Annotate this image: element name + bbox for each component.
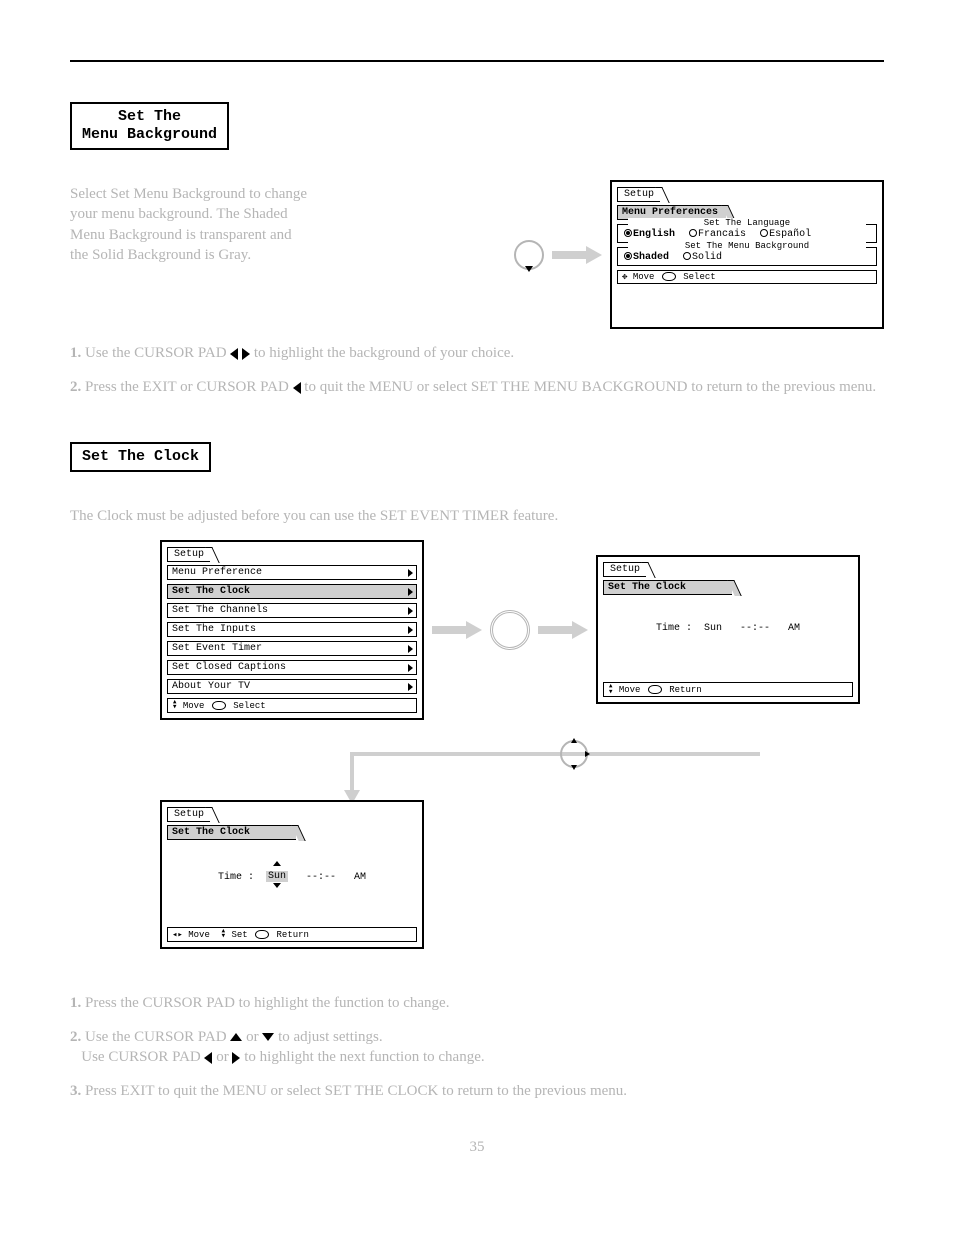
select-button-icon [662, 272, 676, 281]
osd-bg-shaded[interactable]: Shaded [624, 252, 669, 263]
osd-tab-setup: Setup [603, 562, 646, 577]
return-button-icon [255, 930, 269, 939]
clock-intro: The Clock must be adjusted before you ca… [70, 506, 880, 526]
osd-set-clock-editing: Setup Set The Clock Time : Sun --:-- AM … [160, 800, 424, 949]
cursor-up-icon [230, 1033, 242, 1041]
decrement-icon[interactable] [273, 883, 281, 888]
up-down-icon: ▴▾ [608, 684, 613, 695]
clock-step2: 2. Use the CURSOR PAD or to adjust setti… [70, 1027, 880, 1068]
osd-item-set-event-timer[interactable]: Set Event Timer [167, 641, 417, 656]
menu-bg-step1: 1. Use the CURSOR PAD to highlight the b… [70, 343, 880, 363]
osd-item-set-closed-captions[interactable]: Set Closed Captions [167, 660, 417, 675]
osd-item-set-the-inputs[interactable]: Set The Inputs [167, 622, 417, 637]
osd-tab-setup: Setup [167, 807, 210, 822]
cursor-left-icon [230, 348, 238, 360]
section-header-menu-background: Set The Menu Background [70, 102, 229, 150]
section-header-line1: Set The [118, 108, 181, 125]
osd-hint-bar: ▴▾ Move Return [603, 682, 853, 697]
cursor-right-icon [232, 1052, 240, 1064]
clock-step1: 1. Press the CURSOR PAD to highlight the… [70, 993, 880, 1013]
osd-item-set-the-clock[interactable]: Set The Clock [167, 584, 417, 599]
select-button-icon [212, 701, 226, 710]
osd-lang-francais[interactable]: Francais [689, 229, 746, 240]
osd-setup-list: Setup Menu Preference Set The Clock Set … [160, 540, 424, 720]
osd-tab-setup: Setup [167, 547, 210, 562]
up-down-icon: ▴▾ [221, 929, 226, 940]
cursor-pad-select-icon [490, 610, 530, 650]
osd-language-legend: Set The Language [628, 218, 866, 228]
osd-lang-english[interactable]: English [624, 229, 675, 240]
osd-lang-espanol[interactable]: Español [760, 229, 811, 240]
osd-time-display: Time : Sun --:-- AM [603, 623, 853, 634]
osd-time-editor[interactable]: Time : Sun --:-- AM [167, 860, 417, 893]
osd-bg-solid[interactable]: Solid [683, 252, 722, 263]
top-rule [70, 60, 884, 62]
osd-breadcrumb-set-clock: Set The Clock [167, 825, 296, 840]
osd-set-clock-initial: Setup Set The Clock Time : Sun --:-- AM … [596, 555, 860, 704]
section-header-line2: Menu Background [82, 126, 217, 143]
osd-hint-bar: ✥ Move Select [617, 270, 877, 284]
osd-tab-setup: Setup [617, 187, 660, 202]
osd-menu-preferences: Setup Menu Preferences Set The Language … [610, 180, 884, 329]
increment-icon[interactable] [273, 861, 281, 866]
cursor-pad-down-icon [514, 240, 544, 270]
move-glyph-icon: ✥ [622, 272, 627, 282]
up-down-icon: ▴▾ [172, 700, 177, 711]
menu-bg-step2: 2. Press the EXIT or CURSOR PAD to quit … [70, 377, 880, 397]
section-header-set-clock: Set The Clock [70, 442, 211, 472]
arrow-right-icon [432, 623, 482, 637]
clock-step3: 3. Press EXIT to quit the MENU or select… [70, 1081, 880, 1101]
osd-item-about-your-tv[interactable]: About Your TV [167, 679, 417, 694]
osd-breadcrumb-set-clock: Set The Clock [603, 580, 732, 595]
cursor-pad-multi-icon [560, 740, 588, 768]
osd-item-set-the-channels[interactable]: Set The Channels [167, 603, 417, 618]
cursor-left-icon [204, 1052, 212, 1064]
page-number: 35 [470, 1139, 485, 1156]
left-right-icon: ◂▸ [172, 930, 183, 940]
osd-item-menu-preference[interactable]: Menu Preference [167, 565, 417, 580]
menu-bg-intro: Select Set Menu Background to change you… [70, 184, 310, 265]
osd-background-legend: Set The Menu Background [628, 241, 866, 251]
osd-day-field[interactable]: Sun [266, 871, 288, 882]
osd-hint-bar: ◂▸ Move ▴▾ Set Return [167, 927, 417, 942]
cursor-right-icon [242, 348, 250, 360]
arrow-right-icon [552, 248, 602, 262]
cursor-left-icon [293, 382, 301, 394]
osd-background-group: Set The Menu Background Shaded Solid [617, 247, 877, 266]
flow-connector [160, 720, 884, 800]
return-button-icon [648, 685, 662, 694]
osd-hint-bar: ▴▾ Move Select [167, 698, 417, 713]
cursor-down-icon [262, 1033, 274, 1041]
arrow-right-icon [538, 623, 588, 637]
